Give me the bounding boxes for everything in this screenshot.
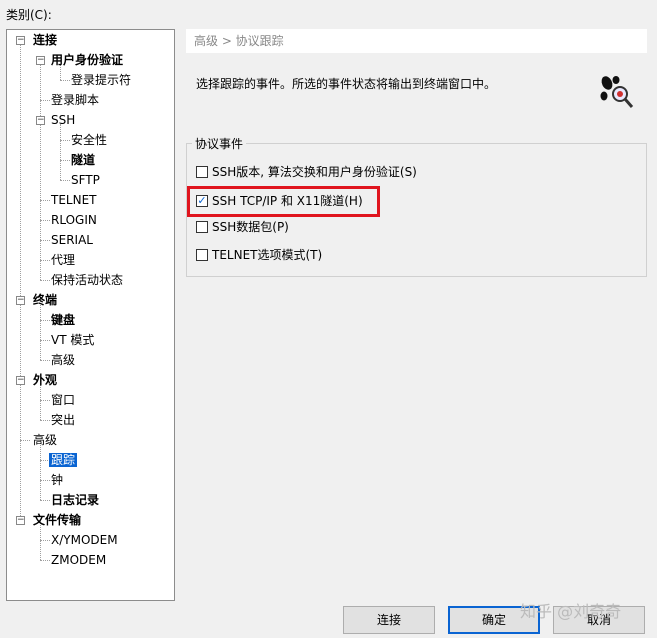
annotation-highlight	[187, 186, 380, 217]
collapse-icon[interactable]: −	[36, 116, 45, 125]
tree-item-label: 突出	[51, 413, 76, 427]
tree-item-label: 外观	[33, 373, 58, 387]
tree-line	[60, 124, 61, 180]
tree-item-label: 连接	[33, 33, 58, 47]
footprints-magnifier-icon	[600, 76, 634, 108]
tree-item-rlogin[interactable]: RLOGIN	[49, 210, 99, 230]
tree-item-ssh[interactable]: SSH	[49, 110, 77, 130]
tree-item-bell[interactable]: 钟	[49, 470, 65, 490]
group-title: 协议事件	[192, 135, 247, 152]
tree-item-file-transfer[interactable]: 文件传输	[31, 510, 83, 530]
tree-item-label: SERIAL	[51, 233, 93, 247]
tree-item-xymodem[interactable]: X/YMODEM	[49, 530, 120, 550]
tree-item-label: 跟踪	[49, 453, 78, 467]
tree-item-proxy[interactable]: 代理	[49, 250, 77, 270]
checkbox-label: SSH数据包(P)	[212, 220, 289, 234]
tree-item-logging[interactable]: 日志记录	[49, 490, 101, 510]
collapse-icon[interactable]: −	[16, 376, 25, 385]
tree-item-label: 键盘	[51, 313, 76, 327]
tree-line	[20, 40, 21, 520]
collapse-icon[interactable]: −	[16, 296, 25, 305]
tree-item-label: RLOGIN	[51, 213, 97, 227]
tree-item-label: 高级	[33, 433, 58, 447]
checkbox-box[interactable]	[196, 220, 208, 233]
tree-item-serial[interactable]: SERIAL	[49, 230, 95, 250]
collapse-icon[interactable]: −	[16, 36, 25, 45]
tree-item-label: 隧道	[71, 153, 96, 167]
tree-item-label: SSH	[51, 113, 76, 127]
tree-item-terminal[interactable]: 终端	[31, 290, 59, 310]
tree-item-label: 文件传输	[33, 513, 82, 527]
category-tree[interactable]: − − − − − − 连接 用户身份验证 登录提示符 登录脚本 SSH 安全性…	[6, 29, 175, 601]
tree-item-label: 终端	[33, 293, 58, 307]
collapse-icon[interactable]: −	[16, 516, 25, 525]
tree-item-label: SFTP	[71, 173, 100, 187]
checkbox-box[interactable]	[196, 248, 208, 261]
tree-item-sftp[interactable]: SFTP	[69, 170, 102, 190]
tree-item-highlight[interactable]: 突出	[49, 410, 77, 430]
checkbox-ssh-packets[interactable]: SSH数据包(P)	[196, 217, 289, 237]
tree-item-label: 高级	[51, 353, 76, 367]
collapse-icon[interactable]: −	[36, 56, 45, 65]
checkbox-label: TELNET选项模式(T)	[212, 248, 323, 262]
tree-item-vt-mode[interactable]: VT 模式	[49, 330, 96, 350]
tree-item-label: 日志记录	[51, 493, 100, 507]
tree-item-label: 用户身份验证	[51, 53, 124, 67]
watermark: 知乎 @刘奇奇	[520, 602, 622, 621]
tree-item-label: ZMODEM	[51, 553, 107, 567]
checkbox-box[interactable]	[196, 165, 208, 178]
tree-item-label: 窗口	[51, 393, 76, 407]
tree-item-label: 登录脚本	[51, 93, 100, 107]
tree-item-label: 安全性	[71, 133, 108, 147]
tree-item-keyboard[interactable]: 键盘	[49, 310, 77, 330]
tree-item-security[interactable]: 安全性	[69, 130, 109, 150]
tree-item-login-script[interactable]: 登录脚本	[49, 90, 101, 110]
tree-item-tunnel[interactable]: 隧道	[69, 150, 97, 170]
tree-item-connection[interactable]: 连接	[31, 30, 59, 50]
tree-item-label: 代理	[51, 253, 76, 267]
tree-item-label: VT 模式	[51, 333, 95, 347]
tree-item-login-prompts[interactable]: 登录提示符	[69, 70, 133, 90]
tree-item-zmodem[interactable]: ZMODEM	[49, 550, 108, 570]
tree-item-terminal-advanced[interactable]: 高级	[49, 350, 77, 370]
tree-item-label: 钟	[51, 473, 64, 487]
tree-item-user-auth[interactable]: 用户身份验证	[49, 50, 125, 70]
tree-item-label: X/YMODEM	[51, 533, 118, 547]
tree-item-appearance[interactable]: 外观	[31, 370, 59, 390]
tree-item-advanced[interactable]: 高级	[31, 430, 59, 450]
breadcrumb: 高级 > 协议跟踪	[186, 29, 647, 53]
category-label: 类别(C):	[6, 8, 52, 22]
tree-item-window[interactable]: 窗口	[49, 390, 77, 410]
tree-line	[20, 440, 30, 441]
tree-item-keepalive[interactable]: 保持活动状态	[49, 270, 125, 290]
page-description: 选择跟踪的事件。所选的事件状态将输出到终端窗口中。	[196, 77, 497, 91]
tree-line	[40, 60, 41, 280]
checkbox-ssh-version[interactable]: SSH版本, 算法交换和用户身份验证(S)	[196, 162, 417, 182]
checkbox-label: SSH版本, 算法交换和用户身份验证(S)	[212, 165, 417, 179]
tree-item-trace[interactable]: 跟踪	[49, 450, 78, 470]
checkbox-telnet-options[interactable]: TELNET选项模式(T)	[196, 245, 322, 265]
tree-item-label: TELNET	[51, 193, 97, 207]
tree-item-telnet[interactable]: TELNET	[49, 190, 99, 210]
connect-button[interactable]: 连接	[343, 606, 435, 634]
tree-item-label: 保持活动状态	[51, 273, 124, 287]
tree-item-label: 登录提示符	[71, 73, 132, 87]
